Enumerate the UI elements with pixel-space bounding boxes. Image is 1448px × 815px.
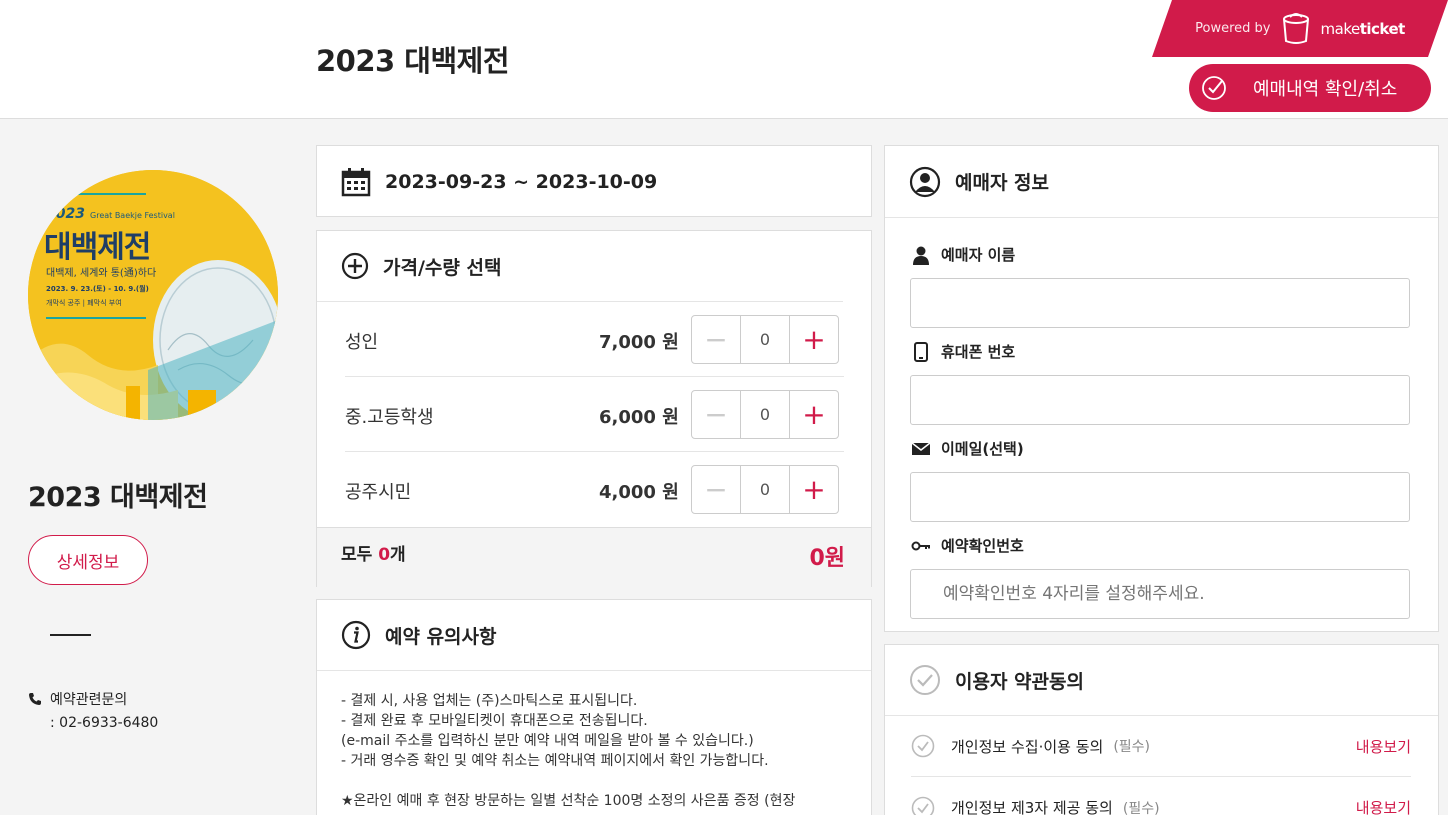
ticket-row-student: 중.고등학생 6,000 원 − 0 + [345,377,844,452]
notice-line: - 결제 완료 후 모바일티켓이 휴대폰으로 전송됩니다. [341,713,648,729]
powered-by-text: Powered by [1195,21,1271,36]
person-icon [913,246,929,265]
total-summary: 모두 0개 0원 [317,527,871,587]
phone-icon [914,341,928,362]
ticket-row-adult: 성인 7,000 원 − 0 + [345,302,844,377]
email-input[interactable] [910,472,1410,522]
key-icon [911,541,930,550]
ticket-price: 4,000 원 [599,482,679,503]
buyer-info-card: 예매자 정보 예매자 이름 휴대폰 번호 이메일(선택) 예약확인번호 [884,145,1439,632]
poster-year: 2023 [46,206,85,222]
notice-line: - 결제 시, 사용 업체는 (주)스마틱스로 표시됩니다. [341,693,638,709]
info-icon [341,620,371,650]
ticket-row-citizen: 공주시민 4,000 원 − 0 + [345,452,844,527]
price-card-header: 가격/수량 선택 [317,231,843,302]
poster-subtitle: Great Baekje Festival [90,211,175,220]
price-quantity-card: 가격/수량 선택 성인 7,000 원 − 0 + 중.고등학생 6,000 원… [316,230,872,587]
ticket-label: 성인 [345,332,379,353]
contact-phone: : 02-6933-6480 [50,715,159,731]
phone-field-label: 휴대폰 번호 [911,341,1015,362]
view-terms-link[interactable]: 내용보기 [1356,736,1411,757]
calendar-icon [341,168,371,197]
quantity-value[interactable]: 0 [741,466,789,513]
name-field-label: 예매자 이름 [911,244,1015,265]
notice-card: 예약 유의사항 - 결제 시, 사용 업체는 (주)스마틱스로 표시됩니다. -… [316,599,872,815]
date-range: 2023-09-23 ~ 2023-10-09 [385,171,658,193]
check-circle-icon[interactable] [911,796,935,815]
phone-receiver-icon [29,693,41,705]
quantity-stepper: − 0 + [691,465,839,514]
poster-venue: 개막식 공주 | 폐막식 부여 [46,299,122,307]
sidebar-divider [50,634,91,636]
quantity-value[interactable]: 0 [741,391,789,438]
ticket-label: 중.고등학생 [345,407,434,428]
top-bar: 2023 대백제전 Powered by maketicket 예매내역 확인/… [0,0,1448,119]
ticket-label: 공주시민 [345,482,412,503]
poster-slogan: 대백제, 세계와 통(通)하다 [46,268,157,279]
price-card-title: 가격/수량 선택 [383,256,502,279]
notice-line [341,771,847,791]
term-label: 개인정보 제3자 제공 동의 [951,799,1113,815]
booking-confirm-cancel-button[interactable]: 예매내역 확인/취소 [1189,64,1431,112]
cup-logo-icon [1282,12,1309,44]
ticket-price: 6,000 원 [599,407,679,428]
decrease-button[interactable]: − [692,316,741,363]
notice-text: - 결제 시, 사용 업체는 (주)스마틱스로 표시됩니다. - 결제 완료 후… [317,671,871,815]
email-field-label: 이메일(선택) [911,438,1024,459]
mail-icon [911,441,931,455]
decrease-button[interactable]: − [692,466,741,513]
poster-dates: 2023. 9. 23.(토) - 10. 9.(월) [46,285,149,293]
increase-button[interactable]: + [789,316,838,363]
total-sum: 0원 [809,546,845,571]
quantity-stepper: − 0 + [691,390,839,439]
notice-line: - 거래 영수증 확인 및 예약 취소는 예약내역 페이지에서 확인 가능합니다… [341,753,769,769]
date-card: 2023-09-23 ~ 2023-10-09 [316,145,872,217]
notice-card-title: 예약 유의사항 [385,625,497,648]
poster-title: 대백제전 [44,230,151,265]
event-poster: 2023 Great Baekje Festival 대백제전 대백제, 세계와… [28,170,278,420]
phone-number-input[interactable] [910,375,1410,425]
notice-line: (e-mail 주소를 입력하신 분만 예약 내역 메일을 받아 볼 수 있습니… [341,733,754,749]
brand-logo-text: maketicket [1320,19,1406,38]
contact-label: 예약관련문의 [50,692,128,708]
notice-card-header: 예약 유의사항 [317,600,871,671]
check-circle-icon[interactable] [911,734,935,758]
confirm-button-label: 예매내역 확인/취소 [1253,79,1398,100]
term-row-privacy-collection: 개인정보 수집·이용 동의 (필수) 내용보기 [911,716,1411,777]
booking-pin-input[interactable] [910,569,1410,619]
total-count-label: 모두 0개 [341,545,406,565]
term-required: (필수) [1113,739,1150,755]
increase-button[interactable]: + [789,466,838,513]
plus-circle-icon [341,252,369,280]
terms-card-title: 이용자 약관동의 [955,670,1084,693]
decrease-button[interactable]: − [692,391,741,438]
buyer-card-title: 예매자 정보 [955,172,1050,194]
increase-button[interactable]: + [789,391,838,438]
buyer-name-input[interactable] [910,278,1410,328]
check-circle-icon [1202,76,1226,100]
pin-field-label: 예약확인번호 [911,535,1024,556]
quantity-value[interactable]: 0 [741,316,789,363]
view-terms-link[interactable]: 내용보기 [1356,797,1411,815]
terms-agreement-card: 이용자 약관동의 개인정보 수집·이용 동의 (필수) 내용보기 개인정보 제3… [884,644,1439,815]
ticket-price: 7,000 원 [599,332,679,353]
detail-info-button[interactable]: 상세정보 [28,535,148,585]
powered-by-banner[interactable]: Powered by maketicket [1152,0,1448,57]
quantity-stepper: − 0 + [691,315,839,364]
notice-line: ★온라인 예매 후 현장 방문하는 일별 선착순 100명 소정의 사은품 증정… [341,793,796,809]
term-label: 개인정보 수집·이용 동의 [951,737,1104,756]
page-title: 2023 대백제전 [316,44,510,78]
user-circle-icon [909,166,941,197]
event-title: 2023 대백제전 [28,482,208,513]
terms-card-header: 이용자 약관동의 [885,645,1438,716]
buyer-card-header: 예매자 정보 [885,146,1438,218]
term-row-third-party: 개인정보 제3자 제공 동의 (필수) 내용보기 [911,777,1411,815]
check-circle-icon[interactable] [909,664,941,696]
total-count: 0 [378,545,391,565]
term-required: (필수) [1122,800,1160,815]
